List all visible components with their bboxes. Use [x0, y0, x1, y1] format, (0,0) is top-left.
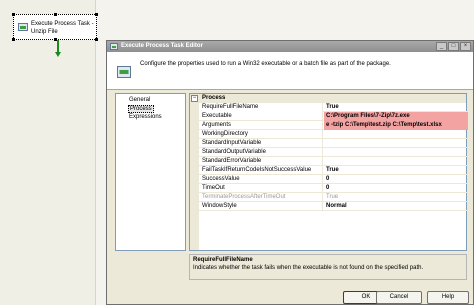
property-grid: − Process RequireFullFileName True Execu… [189, 93, 468, 251]
close-button[interactable]: × [460, 42, 471, 51]
property-row[interactable]: Arguments e -tzip C:\Temp\test.zip C:\Te… [199, 121, 468, 130]
property-value[interactable]: True [324, 193, 468, 202]
category-label: Process [202, 95, 226, 101]
property-value[interactable]: Normal [324, 202, 468, 211]
grid-margin [190, 94, 199, 250]
cancel-button[interactable]: Cancel [376, 291, 422, 304]
category-row: − Process [190, 94, 466, 103]
property-row[interactable]: StandardOutputVariable [199, 148, 468, 157]
property-row[interactable]: TimeOut 0 [199, 184, 468, 193]
property-description-panel: RequireFullFileName Indicates whether th… [189, 254, 467, 280]
header-band: Configure the properties used to run a W… [107, 52, 473, 90]
property-row[interactable]: WorkingDirectory [199, 130, 468, 139]
nav-item-expressions[interactable]: Expressions [128, 114, 163, 120]
property-name: RequireFullFileName [199, 103, 323, 112]
title-bar[interactable]: Execute Process Task Editor _ □ × [107, 41, 473, 52]
property-value[interactable] [324, 139, 468, 148]
help-button[interactable]: Help [427, 291, 469, 304]
execute-process-task-editor: Execute Process Task Editor _ □ × Config… [106, 40, 474, 305]
property-row[interactable]: Executable C:\Program Files\7-Zip\7z.exe [199, 112, 468, 121]
property-name: TimeOut [199, 184, 323, 193]
property-name: StandardInputVariable [199, 139, 323, 148]
property-value[interactable] [324, 157, 468, 166]
property-name: SuccessValue [199, 175, 323, 184]
description-text: Indicates whether the task fails when th… [193, 265, 424, 271]
resize-handle[interactable] [95, 38, 98, 41]
window-controls: _ □ × [436, 42, 471, 51]
editor-nav-list: General Process Expressions [115, 93, 186, 251]
property-row[interactable]: WindowStyle Normal [199, 202, 468, 211]
execute-process-icon [117, 66, 131, 78]
property-name: Executable [199, 112, 323, 121]
execute-process-icon [18, 23, 28, 31]
minimize-button[interactable]: _ [436, 42, 447, 51]
property-name: WindowStyle [199, 202, 323, 211]
property-name: StandardOutputVariable [199, 148, 323, 157]
maximize-button[interactable]: □ [448, 42, 459, 51]
property-row[interactable]: SuccessValue 0 [199, 175, 468, 184]
collapse-toggle-icon[interactable]: − [191, 95, 198, 102]
property-row[interactable]: TerminateProcessAfterTimeOut True [199, 193, 468, 202]
resize-handle[interactable] [12, 13, 15, 16]
designer-left-panel [0, 0, 96, 305]
property-name: WorkingDirectory [199, 130, 323, 139]
property-name: Arguments [199, 121, 323, 130]
property-row[interactable]: RequireFullFileName True [199, 103, 468, 112]
property-name: TerminateProcessAfterTimeOut [199, 193, 323, 202]
nav-item-process[interactable]: Process [128, 105, 154, 113]
header-description: Configure the properties used to run a W… [140, 61, 391, 67]
task-label: Execute Process Task - Unzip File [31, 20, 96, 36]
property-value[interactable]: True [324, 166, 468, 175]
task-label-line1: Execute Process Task - [31, 21, 94, 27]
property-row[interactable]: StandardErrorVariable [199, 157, 468, 166]
property-value[interactable]: C:\Program Files\7-Zip\7z.exe [324, 112, 468, 121]
property-value[interactable] [324, 148, 468, 157]
resize-handle[interactable] [54, 13, 57, 16]
property-value[interactable] [324, 130, 468, 139]
nav-item-general[interactable]: General [128, 97, 151, 103]
property-value[interactable]: True [324, 103, 468, 112]
property-value[interactable]: 0 [324, 184, 468, 193]
property-value[interactable]: e -tzip C:\Temp\test.zip C:\Temp\test.xl… [324, 121, 468, 130]
resize-handle[interactable] [95, 13, 98, 16]
description-title: RequireFullFileName [193, 257, 253, 263]
task-editor-icon [110, 43, 118, 50]
task-label-line2: Unzip File [31, 29, 58, 35]
property-name: FailTaskIfReturnCodeIsNotSuccessValue [199, 166, 323, 175]
property-row[interactable]: StandardInputVariable [199, 139, 468, 148]
execute-process-task-box[interactable]: Execute Process Task - Unzip File [12, 13, 98, 41]
dialog-title: Execute Process Task Editor [121, 43, 203, 49]
property-value[interactable]: 0 [324, 175, 468, 184]
connector-arrow-icon [55, 52, 61, 57]
property-row[interactable]: FailTaskIfReturnCodeIsNotSuccessValue Tr… [199, 166, 468, 175]
resize-handle[interactable] [12, 38, 15, 41]
property-name: StandardErrorVariable [199, 157, 323, 166]
